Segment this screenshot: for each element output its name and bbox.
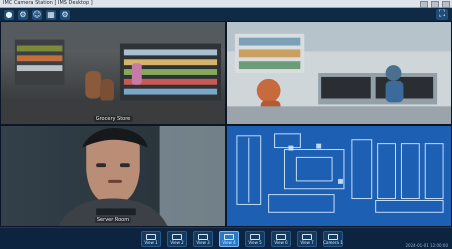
- signal-icon: [328, 233, 338, 240]
- view-button-3[interactable]: View 3: [193, 231, 213, 247]
- view-button-4[interactable]: View 4: [219, 231, 239, 247]
- view-button-1[interactable]: View 1: [141, 231, 161, 247]
- camera-button-1[interactable]: Camera 1: [323, 231, 343, 247]
- view-button-label: View 6: [274, 239, 288, 245]
- view-button-label: View 2: [170, 239, 184, 245]
- camera-feed-3: [1, 126, 225, 226]
- view-button-label: View 4: [222, 239, 236, 245]
- camera-tile-2[interactable]: [226, 21, 452, 125]
- gear-icon[interactable]: ⚙: [60, 9, 70, 20]
- view-button-label: View 3: [196, 239, 210, 245]
- camera-icon[interactable]: ●: [4, 9, 14, 20]
- monitor-icon: [302, 233, 312, 240]
- settings-icon[interactable]: ⚙: [18, 9, 28, 20]
- monitor-icon: [146, 233, 156, 240]
- camera-3-title: Server Room: [96, 217, 130, 223]
- monitor-icon: [198, 233, 208, 240]
- camera-tile-3[interactable]: Server Room: [0, 125, 226, 227]
- top-toolbar: ● ⚙ ☺ ▦ ⚙ ⛶: [0, 8, 452, 21]
- close-button[interactable]: [442, 1, 450, 8]
- camera-3-label: Server Room: [94, 217, 132, 223]
- monitor-icon: [172, 233, 182, 240]
- window-controls: [420, 1, 450, 8]
- fullscreen-icon[interactable]: ⛶: [436, 9, 448, 20]
- view-button-7[interactable]: View 7: [297, 231, 317, 247]
- users-icon[interactable]: ☺: [32, 9, 42, 20]
- camera-1-label: Grocery Store: [93, 116, 133, 122]
- view-button-label: View 1: [144, 239, 158, 245]
- maximize-button[interactable]: [431, 1, 439, 8]
- grid-icon: [224, 233, 234, 240]
- map-tile[interactable]: [226, 125, 452, 227]
- view-button-label: View 5: [248, 239, 262, 245]
- minimize-button[interactable]: [420, 1, 428, 8]
- layout-icon[interactable]: ▦: [46, 9, 56, 20]
- status-line: 2024-01-01 12:00:00: [405, 243, 448, 248]
- view-buttons: View 1 View 2 View 3 View 4 View 5 View …: [141, 231, 343, 247]
- camera-feed-1: [1, 22, 225, 124]
- view-button-2[interactable]: View 2: [167, 231, 187, 247]
- floor-plan-map: [227, 126, 451, 226]
- title-bar: IMC Camera Station [ IMS Desktop ]: [0, 0, 452, 8]
- bottom-navigation: View 1 View 2 View 3 View 4 View 5 View …: [0, 227, 452, 249]
- app-title: IMC Camera Station [ IMS Desktop ]: [3, 0, 93, 6]
- camera-tile-1[interactable]: Grocery Store: [0, 21, 226, 125]
- camera-grid: Grocery Store Server Room: [0, 21, 452, 227]
- camera-feed-2: [227, 22, 451, 124]
- camera-button-label: Camera 1: [323, 239, 343, 245]
- monitor-icon: [276, 233, 286, 240]
- view-button-6[interactable]: View 6: [271, 231, 291, 247]
- view-button-label: View 7: [300, 239, 314, 245]
- view-button-5[interactable]: View 5: [245, 231, 265, 247]
- monitor-icon: [250, 233, 260, 240]
